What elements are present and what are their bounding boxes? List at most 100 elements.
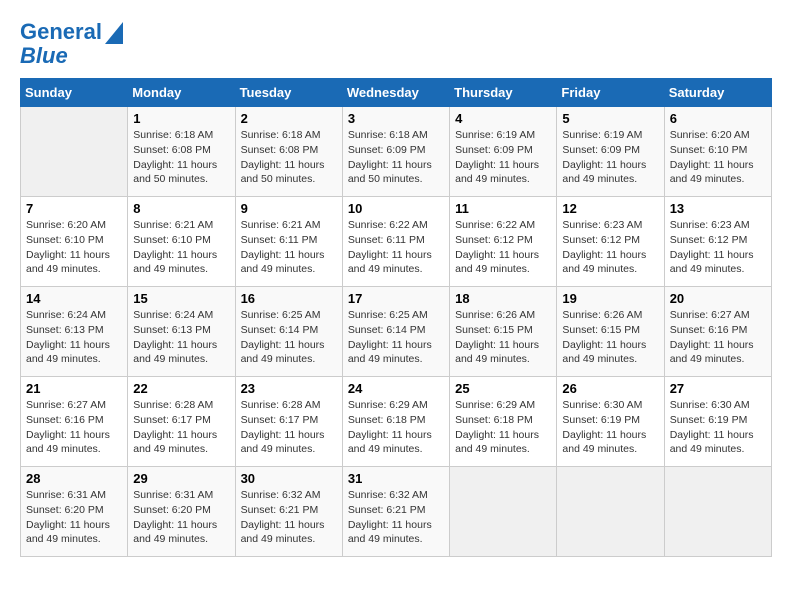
- sunrise-text: Sunrise: 6:32 AM: [348, 488, 444, 503]
- logo-icon: [105, 22, 123, 44]
- sunrise-text: Sunrise: 6:21 AM: [133, 218, 229, 233]
- day-cell: 23 Sunrise: 6:28 AMSunset: 6:17 PMDayligh…: [235, 377, 342, 467]
- day-cell: 26Sunrise: 6:30 AMSunset: 6:19 PMDayligh…: [557, 377, 664, 467]
- day-number: 8: [133, 201, 229, 216]
- day-info: Sunrise: 6:18 AMSunset: 6:09 PMDaylight:…: [348, 128, 444, 187]
- logo: General Blue: [20, 20, 123, 68]
- daylight-text: Daylight: 11 hours and 49 minutes.: [348, 518, 444, 547]
- day-number: 16: [241, 291, 337, 306]
- day-cell: 6Sunrise: 6:20 AMSunset: 6:10 PMDaylight…: [664, 107, 771, 197]
- day-info: Sunrise: 6:18 AMSunset: 6:08 PMDaylight:…: [241, 128, 337, 187]
- daylight-text: Daylight: 11 hours and 49 minutes.: [133, 248, 229, 277]
- day-cell: [557, 467, 664, 557]
- daylight-text: Daylight: 11 hours and 49 minutes.: [241, 338, 337, 367]
- day-number: 2: [241, 111, 337, 126]
- day-info: Sunrise: 6:23 AMSunset: 6:12 PMDaylight:…: [670, 218, 766, 277]
- day-number: 23: [241, 381, 337, 396]
- daylight-text: Daylight: 11 hours and 49 minutes.: [455, 428, 551, 457]
- day-info: Sunrise: 6:19 AMSunset: 6:09 PMDaylight:…: [455, 128, 551, 187]
- day-cell: 3Sunrise: 6:18 AMSunset: 6:09 PMDaylight…: [342, 107, 449, 197]
- header-row: SundayMondayTuesdayWednesdayThursdayFrid…: [21, 79, 772, 107]
- sunrise-text: Sunrise: 6:18 AM: [348, 128, 444, 143]
- day-info: Sunrise: 6:30 AMSunset: 6:19 PMDaylight:…: [670, 398, 766, 457]
- day-number: 20: [670, 291, 766, 306]
- day-cell: 19 Sunrise: 6:26 AMSunset: 6:15 PMDayligh…: [557, 287, 664, 377]
- daylight-text: Daylight: 11 hours and 49 minutes.: [455, 338, 551, 367]
- col-header-monday: Monday: [128, 79, 235, 107]
- day-number: 19: [562, 291, 658, 306]
- sunrise-text: Sunrise: 6:19 AM: [562, 128, 658, 143]
- day-info: Sunrise: 6:25 AMSunset: 6:14 PMDaylight:…: [348, 308, 444, 367]
- daylight-text: Daylight: 11 hours and 49 minutes.: [133, 518, 229, 547]
- sunset-text: Sunset: 6:13 PM: [26, 323, 122, 338]
- day-info: Sunrise: 6:27 AMSunset: 6:16 PMDaylight:…: [670, 308, 766, 367]
- daylight-text: Daylight: 11 hours and 49 minutes.: [241, 248, 337, 277]
- day-info: Sunrise: 6:23 AMSunset: 6:12 PMDaylight:…: [562, 218, 658, 277]
- sunset-text: Sunset: 6:09 PM: [455, 143, 551, 158]
- day-cell: 31Sunrise: 6:32 AMSunset: 6:21 PMDayligh…: [342, 467, 449, 557]
- sunrise-text: Sunrise: 6:32 AM: [241, 488, 337, 503]
- sunrise-text: Sunrise: 6:25 AM: [241, 308, 337, 323]
- sunset-text: Sunset: 6:20 PM: [133, 503, 229, 518]
- day-number: 5: [562, 111, 658, 126]
- day-number: 25: [455, 381, 551, 396]
- sunrise-text: Sunrise: 6:18 AM: [133, 128, 229, 143]
- day-cell: 13Sunrise: 6:23 AMSunset: 6:12 PMDayligh…: [664, 197, 771, 287]
- day-info: Sunrise: 6:29 AMSunset: 6:18 PMDaylight:…: [348, 398, 444, 457]
- sunset-text: Sunset: 6:17 PM: [241, 413, 337, 428]
- sunrise-text: Sunrise: 6:22 AM: [348, 218, 444, 233]
- calendar-table: SundayMondayTuesdayWednesdayThursdayFrid…: [20, 78, 772, 557]
- day-cell: [450, 467, 557, 557]
- day-cell: 2 Sunrise: 6:18 AMSunset: 6:08 PMDaylight…: [235, 107, 342, 197]
- col-header-sunday: Sunday: [21, 79, 128, 107]
- daylight-text: Daylight: 11 hours and 49 minutes.: [455, 158, 551, 187]
- day-info: Sunrise: 6:18 AMSunset: 6:08 PMDaylight:…: [133, 128, 229, 187]
- sunrise-text: Sunrise: 6:20 AM: [26, 218, 122, 233]
- sunset-text: Sunset: 6:10 PM: [26, 233, 122, 248]
- daylight-text: Daylight: 11 hours and 49 minutes.: [562, 158, 658, 187]
- day-info: Sunrise: 6:28 AMSunset: 6:17 PMDaylight:…: [241, 398, 337, 457]
- day-info: Sunrise: 6:26 AMSunset: 6:15 PMDaylight:…: [562, 308, 658, 367]
- sunset-text: Sunset: 6:15 PM: [455, 323, 551, 338]
- daylight-text: Daylight: 11 hours and 49 minutes.: [348, 338, 444, 367]
- sunrise-text: Sunrise: 6:21 AM: [241, 218, 337, 233]
- sunset-text: Sunset: 6:18 PM: [455, 413, 551, 428]
- sunset-text: Sunset: 6:14 PM: [348, 323, 444, 338]
- logo-general: General: [20, 19, 102, 44]
- sunrise-text: Sunrise: 6:27 AM: [26, 398, 122, 413]
- day-info: Sunrise: 6:24 AMSunset: 6:13 PMDaylight:…: [133, 308, 229, 367]
- day-number: 30: [241, 471, 337, 486]
- day-info: Sunrise: 6:26 AMSunset: 6:15 PMDaylight:…: [455, 308, 551, 367]
- col-header-saturday: Saturday: [664, 79, 771, 107]
- week-row-2: 7 Sunrise: 6:20 AMSunset: 6:10 PM Daylight…: [21, 197, 772, 287]
- daylight-text: Daylight: 11 hours and 49 minutes.: [241, 428, 337, 457]
- day-cell: 21Sunrise: 6:27 AMSunset: 6:16 PMDayligh…: [21, 377, 128, 467]
- day-cell: [21, 107, 128, 197]
- sunset-text: Sunset: 6:11 PM: [348, 233, 444, 248]
- day-number: 24: [348, 381, 444, 396]
- day-info: Sunrise: 6:22 AMSunset: 6:11 PMDaylight:…: [348, 218, 444, 277]
- daylight-text: Daylight: 11 hours and 49 minutes.: [133, 428, 229, 457]
- day-info: Sunrise: 6:29 AMSunset: 6:18 PMDaylight:…: [455, 398, 551, 457]
- sunrise-text: Sunrise: 6:26 AM: [455, 308, 551, 323]
- day-number: 26: [562, 381, 658, 396]
- day-cell: 4Sunrise: 6:19 AMSunset: 6:09 PMDaylight…: [450, 107, 557, 197]
- daylight-text: Daylight: 11 hours and 49 minutes.: [562, 248, 658, 277]
- page-header: General Blue: [20, 20, 772, 68]
- sunset-text: Sunset: 6:20 PM: [26, 503, 122, 518]
- day-number: 7: [26, 201, 122, 216]
- sunrise-text: Sunrise: 6:26 AM: [562, 308, 658, 323]
- sunrise-text: Sunrise: 6:31 AM: [26, 488, 122, 503]
- day-cell: 16Sunrise: 6:25 AMSunset: 6:14 PMDayligh…: [235, 287, 342, 377]
- sunrise-text: Sunrise: 6:27 AM: [670, 308, 766, 323]
- day-cell: 17Sunrise: 6:25 AMSunset: 6:14 PMDayligh…: [342, 287, 449, 377]
- day-number: 22: [133, 381, 229, 396]
- day-number: 28: [26, 471, 122, 486]
- day-cell: [664, 467, 771, 557]
- day-info: Sunrise: 6:22 AMSunset: 6:12 PMDaylight:…: [455, 218, 551, 277]
- day-cell: 30Sunrise: 6:32 AMSunset: 6:21 PMDayligh…: [235, 467, 342, 557]
- day-cell: 1Sunrise: 6:18 AMSunset: 6:08 PMDaylight…: [128, 107, 235, 197]
- sunrise-text: Sunrise: 6:25 AM: [348, 308, 444, 323]
- daylight-text: Daylight: 11 hours and 49 minutes.: [562, 338, 658, 367]
- day-number: 29: [133, 471, 229, 486]
